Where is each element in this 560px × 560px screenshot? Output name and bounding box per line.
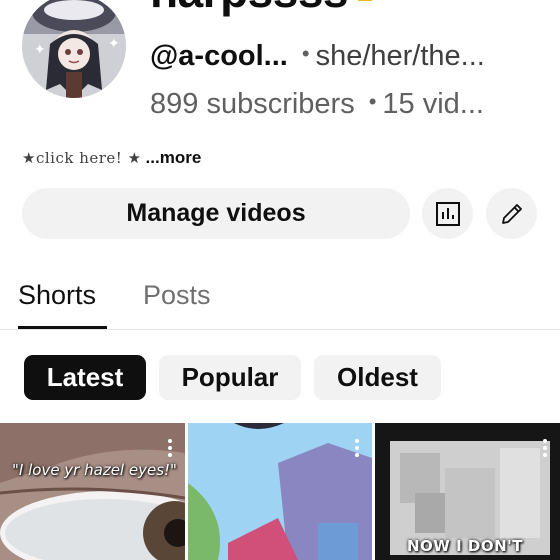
short-thumbnail[interactable]: "I love yr hazel eyes!" <box>0 423 185 560</box>
tab-shorts[interactable]: Shorts <box>18 280 96 311</box>
chip-oldest[interactable]: Oldest <box>314 355 441 400</box>
tab-posts[interactable]: Posts <box>143 280 211 311</box>
video-count: 15 vid... <box>382 88 484 120</box>
short-caption: NOW I DON'T <box>407 537 523 555</box>
separator-dot: • <box>301 41 310 66</box>
short-thumbnail[interactable]: NOW I DON'T <box>375 423 560 560</box>
more-options-icon[interactable] <box>542 438 548 458</box>
more-options-icon[interactable] <box>167 438 173 458</box>
analytics-icon <box>435 201 460 226</box>
channel-avatar[interactable]: ✦ ✦ <box>22 0 126 98</box>
crown-icon: ♛ <box>350 0 380 10</box>
thumbnail-image <box>188 423 372 560</box>
channel-pronouns: she/her/the... <box>315 40 485 72</box>
channel-handle: @a-cool... <box>150 40 288 72</box>
description-text: ★click here! ★ <box>22 149 142 167</box>
channel-handle-row[interactable]: @a-cool... • she/her/the... <box>150 40 485 73</box>
short-caption: "I love yr hazel eyes!" <box>12 461 177 479</box>
channel-stats: 899 subscribers • 15 vid... <box>150 88 484 121</box>
short-thumbnail[interactable] <box>188 423 372 560</box>
separator-dot: • <box>368 89 377 114</box>
subscriber-count: 899 subscribers <box>150 88 355 120</box>
chip-latest[interactable]: Latest <box>24 355 146 400</box>
more-options-icon[interactable] <box>354 438 360 458</box>
svg-text:✦: ✦ <box>34 41 46 57</box>
tab-divider <box>0 329 560 330</box>
manage-videos-button[interactable]: Manage videos <box>22 188 410 239</box>
svg-text:✦: ✦ <box>108 35 120 51</box>
avatar-image: ✦ ✦ <box>22 0 126 98</box>
channel-name: harpssss♛ <box>150 0 380 18</box>
channel-name-text: harpssss <box>150 0 349 17</box>
edit-channel-button[interactable] <box>486 188 537 239</box>
thumbnail-image <box>0 423 185 560</box>
pencil-icon <box>501 203 522 224</box>
channel-description[interactable]: ★click here! ★ ...more <box>22 148 201 168</box>
analytics-button[interactable] <box>422 188 473 239</box>
chip-popular[interactable]: Popular <box>159 355 301 400</box>
more-link[interactable]: ...more <box>146 148 202 167</box>
